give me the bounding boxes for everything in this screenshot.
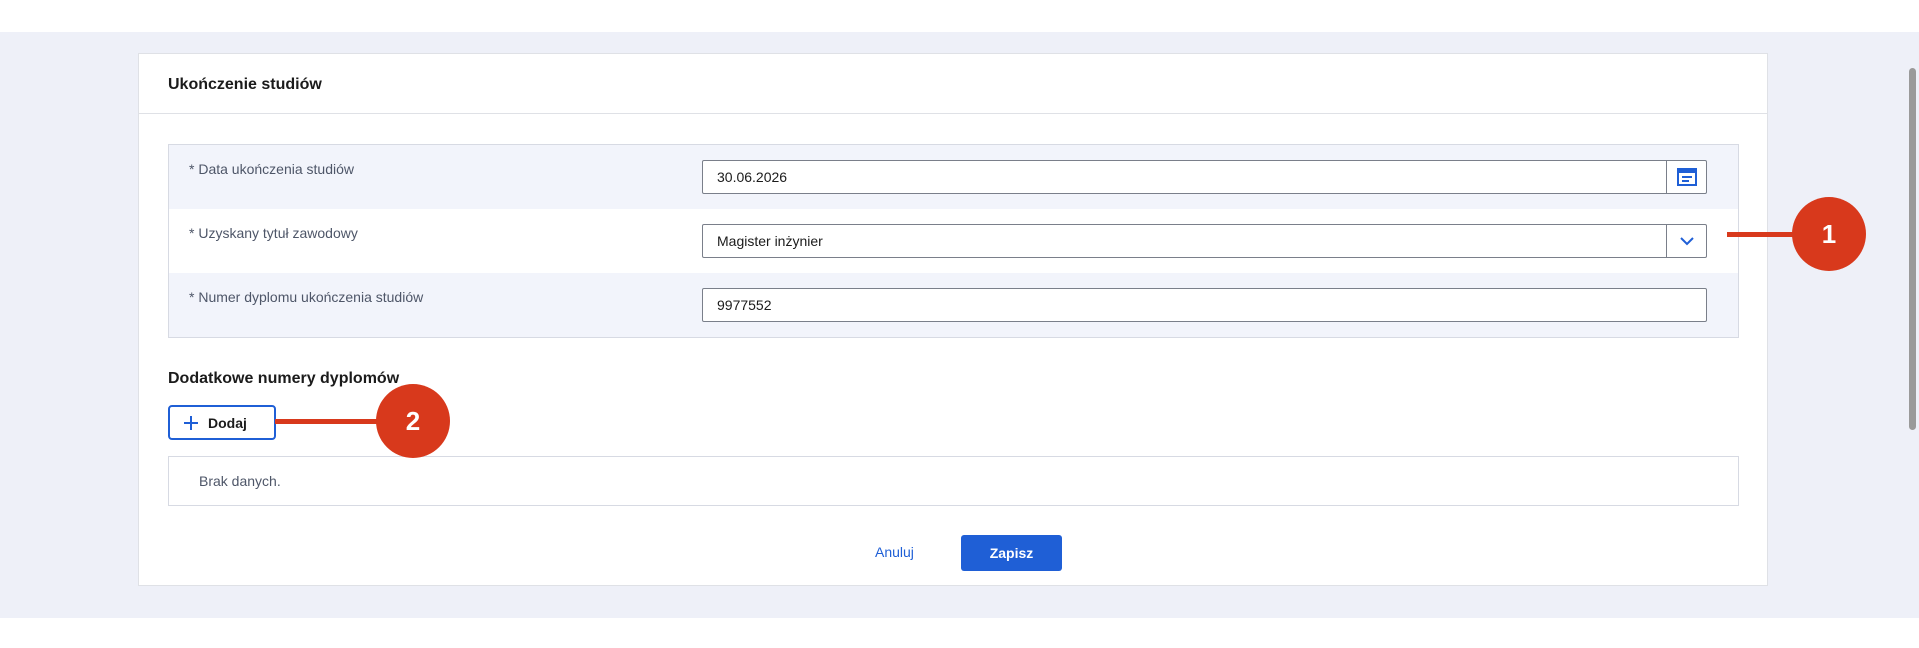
empty-state-text: Brak danych. [199, 473, 281, 489]
form-row-graduation-date: * Data ukończenia studiów 30.06.2026 [169, 145, 1738, 209]
diploma-number-input[interactable]: 9977552 [702, 288, 1707, 322]
callout-2-badge: 2 [376, 384, 450, 458]
form-row-professional-title: * Uzyskany tytuł zawodowy Magister inżyn… [169, 209, 1738, 273]
save-button[interactable]: Zapisz [961, 535, 1062, 571]
graduation-form: * Data ukończenia studiów 30.06.2026 * U… [168, 144, 1739, 338]
additional-diplomas-list: Brak danych. [168, 456, 1739, 506]
graduation-date-value: 30.06.2026 [717, 169, 788, 185]
cancel-button[interactable]: Anuluj [875, 544, 914, 560]
scrollbar[interactable] [1903, 32, 1919, 618]
callout-1-line [1727, 232, 1795, 237]
add-button-label: Dodaj [208, 414, 247, 431]
add-button[interactable]: Dodaj [168, 405, 276, 440]
professional-title-value: Magister inżynier [717, 233, 823, 249]
graduation-date-label: * Data ukończenia studiów [189, 161, 354, 177]
graduation-card: Ukończenie studiów * Data ukończenia stu… [138, 53, 1768, 586]
plus-icon [182, 414, 200, 432]
chevron-down-icon [1679, 237, 1694, 246]
scrollbar-thumb[interactable] [1909, 68, 1916, 430]
professional-title-select[interactable]: Magister inżynier [702, 224, 1707, 258]
diploma-number-label: * Numer dyplomu ukończenia studiów [189, 289, 424, 305]
card-title: Ukończenie studiów [168, 76, 322, 93]
callout-1-badge: 1 [1792, 197, 1866, 271]
diploma-number-value: 9977552 [717, 297, 772, 313]
callout-2-line [275, 419, 379, 424]
dropdown-button[interactable] [1666, 225, 1706, 257]
graduation-date-input[interactable]: 30.06.2026 [702, 160, 1707, 194]
calendar-icon [1676, 168, 1697, 186]
additional-diplomas-title: Dodatkowe numery dyplomów [168, 370, 400, 387]
form-row-diploma-number: * Numer dyplomu ukończenia studiów 99775… [169, 273, 1738, 337]
card-header: Ukończenie studiów [139, 54, 1767, 114]
professional-title-label: * Uzyskany tytuł zawodowy [189, 225, 358, 241]
calendar-button[interactable] [1666, 161, 1706, 193]
